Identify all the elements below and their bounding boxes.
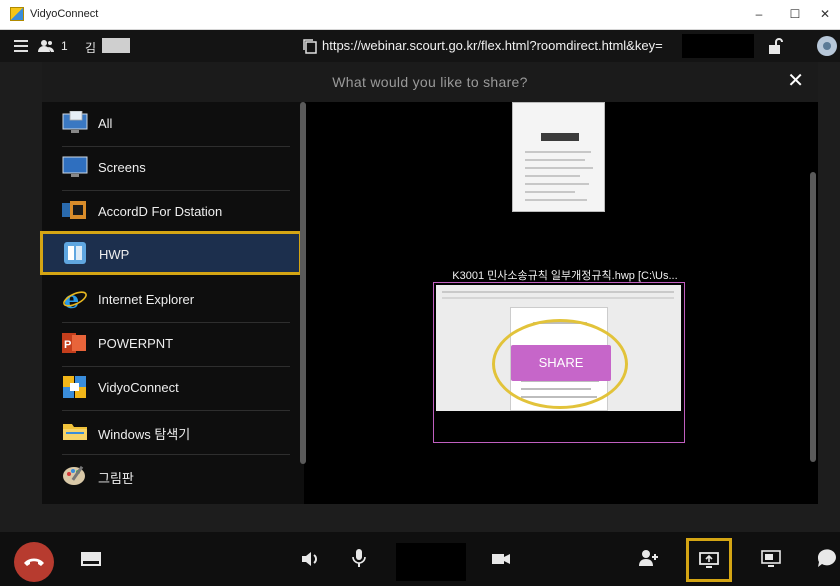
vidyoconnect-app-icon xyxy=(10,7,24,21)
maximize-button[interactable]: ☐ xyxy=(784,4,806,24)
preview-scrollbar[interactable] xyxy=(810,172,816,462)
menu-icon[interactable] xyxy=(14,40,28,52)
phone-hangup-icon xyxy=(24,558,44,566)
add-participant-icon[interactable] xyxy=(638,547,660,569)
share-source-list: All Screens AccordD For Dstation HWP e I… xyxy=(40,102,304,504)
copy-link-icon[interactable] xyxy=(302,38,318,54)
room-url[interactable]: https://webinar.scourt.go.kr/flex.html?r… xyxy=(322,38,663,53)
window-caption: K3001 민사소송규칙 일부개정규칙.hwp [C:\Us... xyxy=(452,270,678,282)
user-name-redaction xyxy=(102,38,130,53)
svg-text:P: P xyxy=(64,339,71,351)
hang-up-button[interactable] xyxy=(14,542,54,582)
dialog-close-button[interactable]: ✕ xyxy=(787,71,804,91)
source-label: HWP xyxy=(99,247,130,262)
main-area: What would you like to share? ✕ All Scre… xyxy=(0,62,840,532)
monitor-icon xyxy=(62,156,88,177)
source-item-powerpoint[interactable]: P POWERPNT xyxy=(42,322,292,366)
share-screen-icon xyxy=(699,552,719,568)
lock-open-icon[interactable] xyxy=(767,37,783,55)
source-item-internet-explorer[interactable]: e Internet Explorer xyxy=(42,278,292,322)
source-item-paint[interactable]: 그림판 xyxy=(42,454,292,498)
dialog-header: What would you like to share? ✕ xyxy=(42,62,818,102)
title-bar: VidyoConnect – ☐ ✕ xyxy=(0,0,840,30)
share-screen-button[interactable] xyxy=(686,538,732,582)
source-list-scrollbar[interactable] xyxy=(300,102,306,464)
user-name: 김 xyxy=(85,41,97,55)
window-title: VidyoConnect xyxy=(30,8,99,20)
source-item-vidyoconnect[interactable]: VidyoConnect xyxy=(42,366,292,410)
source-item-accordd[interactable]: AccordD For Dstation xyxy=(42,190,292,234)
source-label: Internet Explorer xyxy=(98,292,195,307)
close-window-button[interactable]: ✕ xyxy=(814,4,836,24)
source-label: All xyxy=(98,116,113,131)
microphone-icon[interactable] xyxy=(348,547,370,569)
source-label: 그림판 xyxy=(98,471,134,486)
vidyoconnect-icon xyxy=(63,376,86,398)
source-item-hwp[interactable]: HWP xyxy=(40,231,302,275)
source-label: Windows 탐색기 xyxy=(98,427,191,442)
paint-icon xyxy=(63,465,85,485)
source-item-file-explorer[interactable]: Windows 탐색기 xyxy=(42,410,292,454)
self-view-redaction xyxy=(396,543,466,581)
source-label: POWERPNT xyxy=(98,336,174,351)
participant-count: 1 xyxy=(61,39,68,53)
minimize-button[interactable]: – xyxy=(748,4,770,24)
internet-explorer-icon: e xyxy=(63,287,87,311)
call-controls-bar xyxy=(0,532,840,586)
window-thumbnail[interactable] xyxy=(512,102,605,212)
screen-layout-icon[interactable] xyxy=(760,548,782,570)
settings-icon[interactable] xyxy=(815,34,840,58)
source-label: VidyoConnect xyxy=(98,380,179,395)
accordd-app-icon xyxy=(62,201,86,219)
camera-icon[interactable] xyxy=(490,548,512,570)
share-dialog: What would you like to share? ✕ All Scre… xyxy=(40,62,818,504)
dialog-title: What would you like to share? xyxy=(332,74,528,90)
file-explorer-icon xyxy=(63,424,87,440)
document-preview: SHARE xyxy=(436,285,681,411)
top-toolbar: 1 김 https://webinar.scourt.go.kr/flex.ht… xyxy=(0,30,840,62)
source-item-screens[interactable]: Screens xyxy=(42,146,292,190)
vidyoconnect-window: VidyoConnect – ☐ ✕ 1 김 https://webinar.s… xyxy=(0,0,840,586)
speaker-icon[interactable] xyxy=(300,548,322,570)
participants-icon[interactable] xyxy=(38,39,54,53)
chat-bubble-icon[interactable] xyxy=(816,548,838,570)
source-label: Screens xyxy=(98,160,146,175)
source-item-all[interactable]: All xyxy=(42,102,292,146)
powerpoint-icon: P xyxy=(62,333,86,353)
hwp-window-preview[interactable]: SHARE xyxy=(433,282,685,443)
hwp-app-icon xyxy=(64,242,86,264)
chat-panel-icon[interactable] xyxy=(80,548,102,570)
share-button[interactable]: SHARE xyxy=(511,345,611,381)
source-label: AccordD For Dstation xyxy=(98,204,223,219)
all-windows-icon xyxy=(62,111,88,133)
url-key-redaction xyxy=(682,34,754,58)
